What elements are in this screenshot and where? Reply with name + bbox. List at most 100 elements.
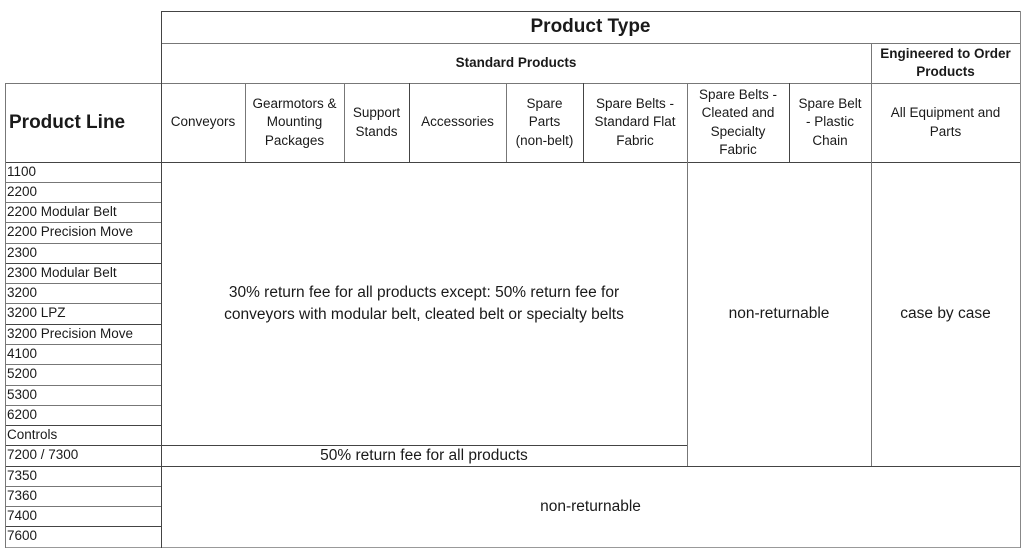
product-line-row: 1100 [5, 162, 161, 182]
engineered-policy: case by case [871, 162, 1020, 466]
product-line-row: 7200 / 7300 [5, 445, 161, 465]
grid-line [5, 486, 161, 487]
grid-line [5, 182, 161, 183]
column-header-text: Support Stands [352, 105, 401, 139]
standard-products-text: Standard Products [455, 55, 577, 70]
column-header-all-equipment: All Equipment and Parts [871, 83, 1020, 162]
grid-line [161, 11, 162, 548]
product-line-label: 7350 [7, 468, 38, 483]
product-line-label: 3200 LPZ [7, 305, 66, 320]
product-line-label: 2200 Modular Belt [7, 204, 117, 219]
grid-line [5, 222, 161, 223]
grid-line [5, 283, 161, 284]
product-line-row: 2200 Modular Belt [5, 202, 161, 222]
product-line-label: 2200 Precision Move [7, 224, 134, 239]
standard-7200-policy-text: 50% return fee for all products [320, 446, 528, 464]
product-line-row: 5200 [5, 364, 161, 384]
standard-7200-policy: 50% return fee for all products [161, 445, 687, 466]
engineered-policy-text: case by case [900, 305, 991, 322]
grid-line [245, 83, 246, 162]
spare-belts-policy-text: non-returnable [728, 305, 830, 322]
product-line-row: 6200 [5, 405, 161, 425]
column-header-accessories: Accessories [409, 83, 506, 162]
product-line-label: 4100 [7, 346, 38, 361]
grid-line [409, 83, 410, 162]
engineered-products-header: Engineered to Order Products [871, 43, 1020, 83]
column-header-text: Gearmotors & Mounting Packages [252, 95, 337, 148]
product-line-row: 7350 [5, 466, 161, 486]
grid-line [5, 162, 1021, 163]
standard-products-header: Standard Products [161, 43, 871, 83]
product-line-label: 2300 Modular Belt [7, 265, 117, 280]
product-line-row: 2200 [5, 182, 161, 202]
column-header-text: Spare Belts - Standard Flat Fabric [594, 95, 676, 148]
grid-line [5, 405, 161, 406]
column-header-text: Spare Belt - Plastic Chain [798, 95, 862, 148]
grid-line [344, 83, 345, 162]
grid-line [5, 263, 161, 264]
column-header-text: Spare Belts - Cleated and Specialty Fabr… [698, 86, 778, 158]
column-header-gearmotors: Gearmotors & Mounting Packages [245, 83, 344, 162]
grid-line [687, 83, 688, 466]
grid-line [871, 43, 872, 466]
product-line-label: 5200 [7, 366, 38, 381]
product-type-title: Product Type [161, 11, 1020, 43]
column-header-text: All Equipment and Parts [890, 105, 1001, 139]
grid-line [506, 83, 507, 162]
grid-line [789, 83, 790, 162]
column-header-support-stands: Support Stands [344, 83, 409, 162]
product-line-row: 5300 [5, 385, 161, 405]
spare-belts-policy: non-returnable [687, 162, 871, 466]
grid-line [5, 385, 161, 386]
product-line-label: 3200 Precision Move [7, 326, 134, 341]
product-line-label: Controls [7, 427, 58, 442]
grid-line [5, 506, 161, 507]
product-line-label: 2200 [7, 184, 38, 199]
product-line-row: 7600 [5, 526, 161, 546]
grid-line [5, 303, 161, 304]
standard-return-policy: 30% return fee for all products except: … [161, 162, 687, 445]
grid-line [5, 83, 1021, 84]
product-line-row: 2300 [5, 243, 161, 263]
product-line-label: 3200 [7, 285, 38, 300]
grid-line [5, 425, 161, 426]
product-line-label: 7400 [7, 508, 38, 523]
product-line-header: Product Line [5, 83, 161, 162]
product-line-label: 2300 [7, 245, 38, 260]
product-line-label: 1100 [7, 164, 37, 179]
grid-line [5, 445, 687, 446]
product-line-row: 4100 [5, 344, 161, 364]
grid-line [5, 83, 6, 548]
grid-line [5, 243, 161, 244]
product-line-header-text: Product Line [9, 111, 126, 133]
lower-lines-policy-text: non-returnable [540, 497, 641, 515]
product-line-label: 5300 [7, 387, 38, 402]
engineered-products-text: Engineered to Order Products [880, 46, 1011, 79]
column-header-spare-parts: Spare Parts (non-belt) [506, 83, 583, 162]
product-line-label: 6200 [7, 407, 38, 422]
grid-line [161, 11, 1021, 12]
product-line-row: 3200 LPZ [5, 303, 161, 323]
product-line-row: 2300 Modular Belt [5, 263, 161, 283]
grid-line [583, 83, 584, 162]
column-header-text: Spare Parts (non-belt) [515, 95, 574, 148]
product-line-row: 3200 [5, 283, 161, 303]
column-header-spare-belts-cleated: Spare Belts - Cleated and Specialty Fabr… [687, 83, 789, 162]
standard-return-policy-line1: 30% return fee for all products except: … [228, 283, 620, 301]
grid-line [5, 344, 161, 345]
column-header-text: Conveyors [170, 114, 236, 130]
column-header-text: Accessories [421, 114, 494, 130]
grid-line [5, 547, 1021, 548]
product-line-row: 3200 Precision Move [5, 324, 161, 344]
product-line-row: 7400 [5, 506, 161, 526]
product-line-row: Controls [5, 425, 161, 445]
product-line-row: 7360 [5, 486, 161, 506]
column-header-conveyors: Conveyors [161, 83, 245, 162]
grid-line [5, 324, 161, 325]
product-type-title-text: Product Type [530, 16, 651, 37]
grid-line [161, 43, 1021, 44]
lower-lines-policy: non-returnable [161, 466, 1020, 547]
grid-line [5, 466, 1021, 467]
product-line-label: 7600 [7, 528, 38, 543]
grid-line [5, 202, 161, 203]
